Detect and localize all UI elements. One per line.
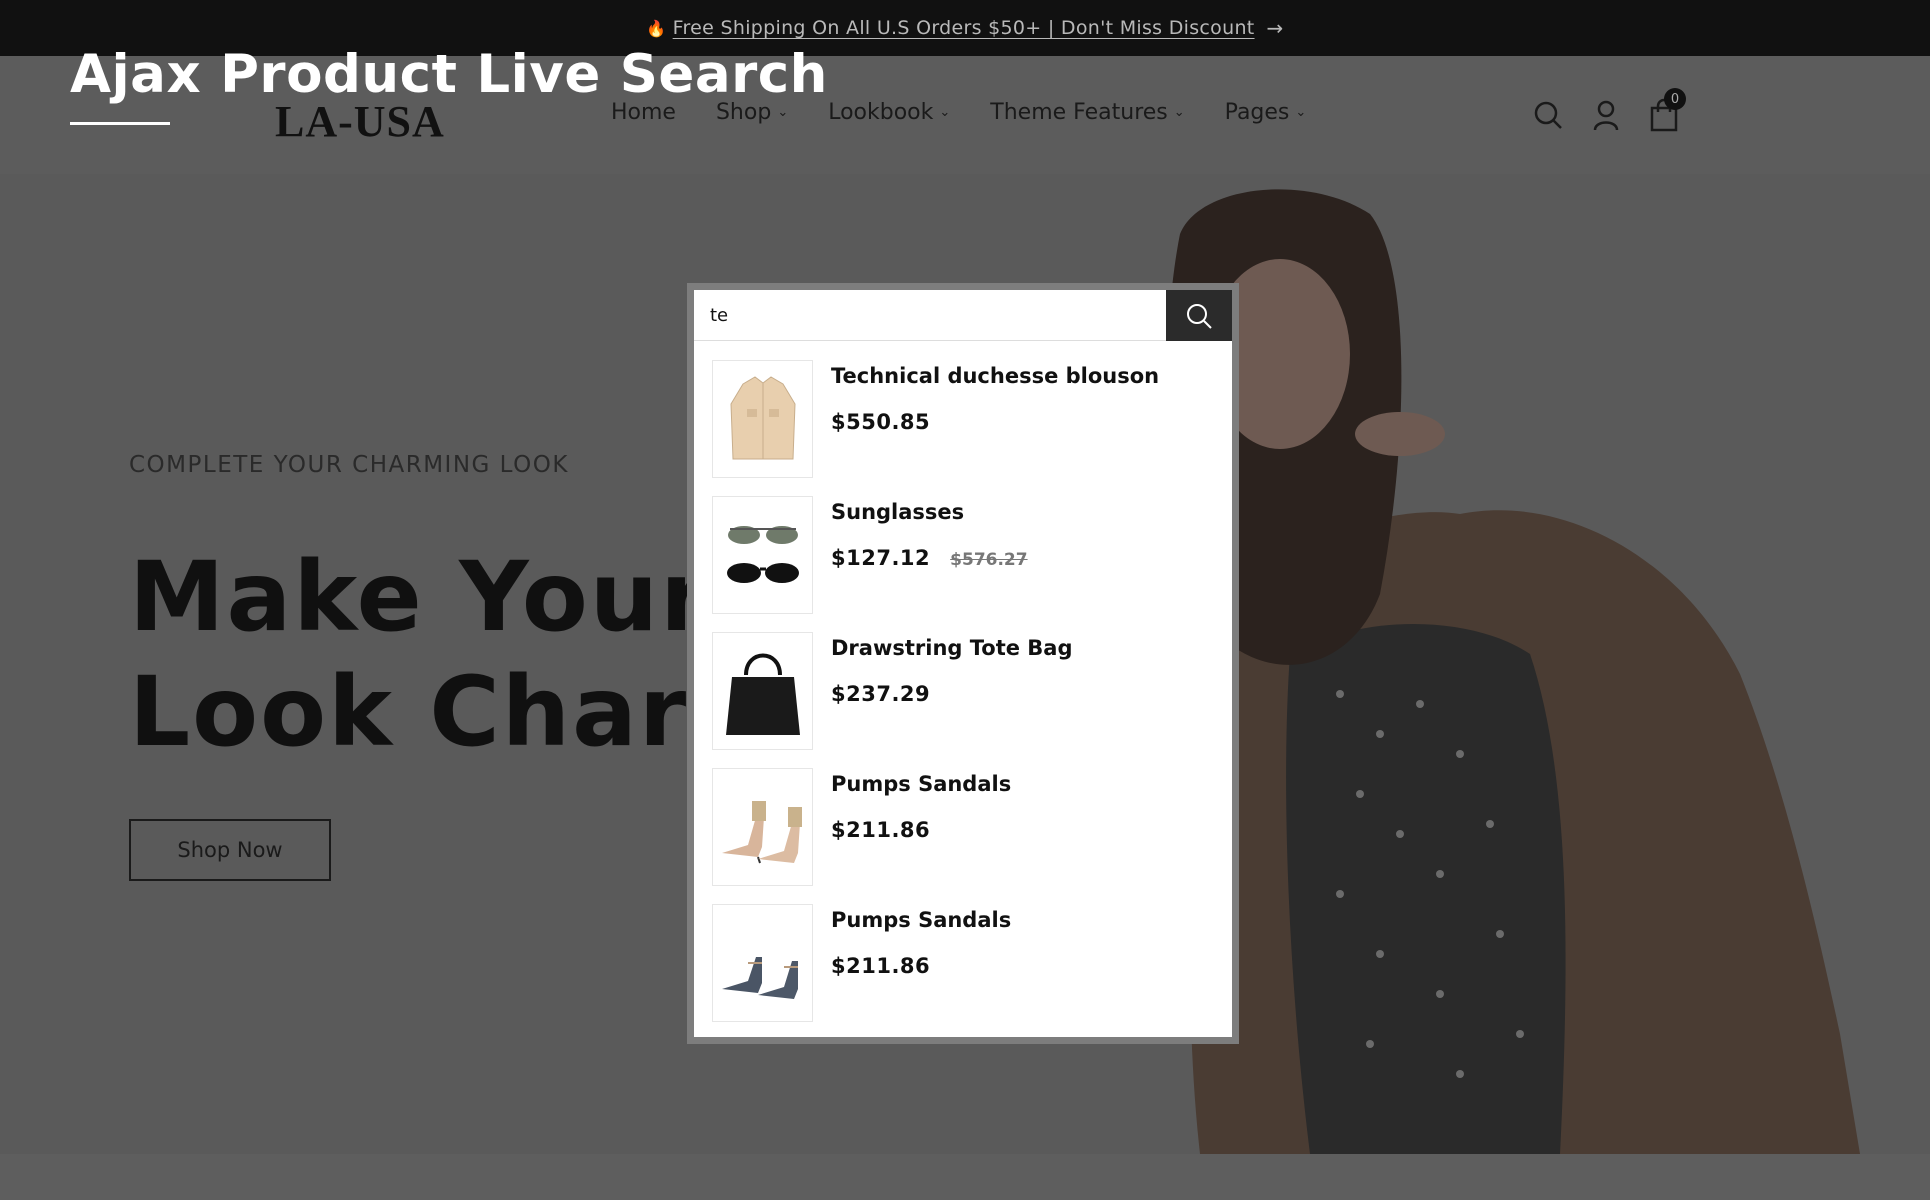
search-results: Technical duchesse blouson $550.85 Sungl… bbox=[712, 360, 1222, 1040]
product-price: $550.85 bbox=[831, 410, 931, 434]
product-thumbnail-sandals-beige[interactable] bbox=[712, 768, 813, 886]
flame-icon: 🔥 bbox=[646, 18, 667, 38]
hero-model-image bbox=[1140, 174, 1870, 1155]
product-thumbnail-sandals-blue[interactable] bbox=[712, 904, 813, 1022]
nav-theme-features[interactable]: Theme Features ⌄ bbox=[990, 100, 1184, 125]
product-thumbnail-jacket[interactable] bbox=[712, 360, 813, 478]
search-bar bbox=[694, 290, 1232, 341]
product-old-price: $576.27 bbox=[950, 550, 1028, 570]
shop-now-button[interactable]: Shop Now bbox=[129, 819, 331, 881]
search-result-item[interactable]: Technical duchesse blouson $550.85 bbox=[712, 360, 1222, 496]
search-result-item[interactable]: Pumps Sandals $211.86 bbox=[712, 768, 1222, 904]
product-thumbnail-sunglasses[interactable] bbox=[712, 496, 813, 614]
chevron-down-icon: ⌄ bbox=[1173, 105, 1185, 120]
chevron-down-icon: ⌄ bbox=[939, 105, 951, 120]
nav-label: Lookbook bbox=[828, 100, 934, 125]
nav-lookbook[interactable]: Lookbook ⌄ bbox=[828, 100, 950, 125]
search-input[interactable] bbox=[694, 290, 1166, 341]
product-price: $211.86 bbox=[831, 818, 931, 842]
live-search-popup: Technical duchesse blouson $550.85 Sungl… bbox=[687, 283, 1239, 1044]
chevron-down-icon: ⌄ bbox=[1295, 105, 1307, 120]
product-name[interactable]: Drawstring Tote Bag bbox=[831, 636, 1073, 660]
search-submit-button[interactable] bbox=[1166, 290, 1232, 341]
overlay-title: Ajax Product Live Search bbox=[70, 44, 828, 105]
user-icon[interactable] bbox=[1590, 98, 1622, 132]
search-icon bbox=[1187, 303, 1212, 329]
page-bottom bbox=[0, 1154, 1930, 1200]
chevron-down-icon: ⌄ bbox=[777, 105, 789, 120]
title-underline bbox=[70, 122, 170, 125]
product-thumbnail-bag[interactable] bbox=[712, 632, 813, 750]
search-result-item[interactable]: Pumps Sandals $211.86 bbox=[712, 904, 1222, 1040]
arrow-right-icon[interactable]: → bbox=[1267, 16, 1284, 40]
product-name[interactable]: Sunglasses bbox=[831, 500, 1028, 524]
search-result-item[interactable]: Sunglasses $127.12 $576.27 bbox=[712, 496, 1222, 632]
announcement-link[interactable]: Free Shipping On All U.S Orders $50+ | D… bbox=[673, 17, 1255, 39]
product-name[interactable]: Technical duchesse blouson bbox=[831, 364, 1159, 388]
search-result-item[interactable]: Drawstring Tote Bag $237.29 bbox=[712, 632, 1222, 768]
product-name[interactable]: Pumps Sandals bbox=[831, 908, 1011, 932]
product-price: $237.29 bbox=[831, 682, 931, 706]
product-name[interactable]: Pumps Sandals bbox=[831, 772, 1011, 796]
nav-label: Pages bbox=[1224, 100, 1290, 125]
nav-label: Theme Features bbox=[990, 100, 1168, 125]
hero-eyebrow: COMPLETE YOUR CHARMING LOOK bbox=[129, 452, 569, 478]
cart-icon[interactable]: 0 bbox=[1648, 88, 1686, 132]
cart-count-badge: 0 bbox=[1664, 88, 1686, 110]
product-price: $211.86 bbox=[831, 954, 931, 978]
search-icon[interactable] bbox=[1532, 98, 1564, 132]
nav-pages[interactable]: Pages ⌄ bbox=[1225, 100, 1307, 125]
product-price: $127.12 bbox=[831, 546, 931, 570]
header-icons: 0 bbox=[1532, 88, 1686, 132]
